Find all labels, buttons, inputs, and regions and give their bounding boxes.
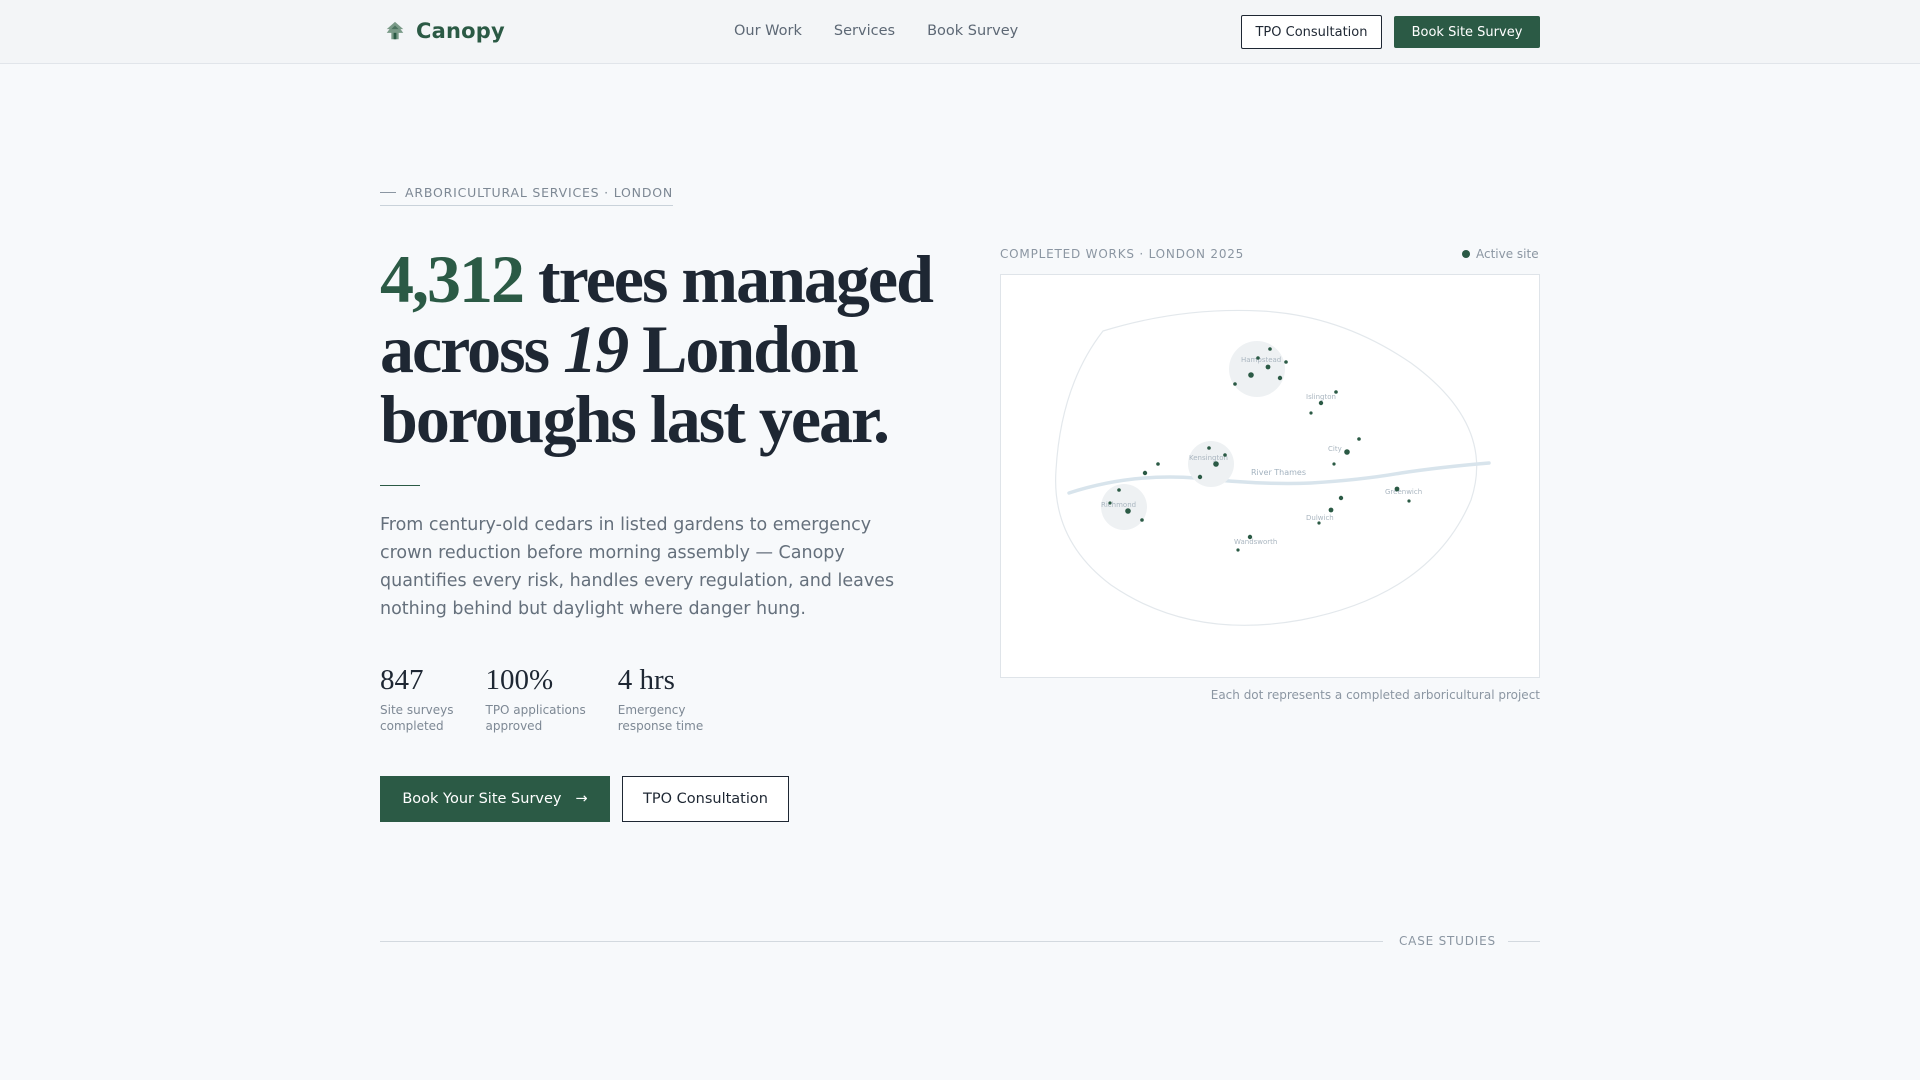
legend-label: Active site: [1476, 247, 1539, 261]
project-dot: [1338, 495, 1344, 501]
project-dot: [1407, 499, 1411, 503]
project-dot: [1248, 372, 1254, 378]
project-dot: [1317, 521, 1321, 525]
area-label-kensington: Kensington: [1189, 454, 1228, 462]
area-label-city: City: [1328, 445, 1342, 453]
project-dot: [1268, 347, 1272, 351]
cluster-kensington: [1188, 441, 1234, 487]
project-dot: [1233, 382, 1237, 386]
eyebrow-dash: [380, 192, 396, 193]
project-dot: [1117, 488, 1121, 492]
project-dot: [1125, 508, 1131, 514]
top-nav: Canopy Our Work Services Book Survey TPO…: [0, 0, 1920, 64]
nav-link-book-survey[interactable]: Book Survey: [927, 23, 1018, 39]
project-dot: [1357, 437, 1361, 441]
hero-lede: From century-old cedars in listed garden…: [380, 515, 895, 619]
headline-tree-count: 4,312: [380, 241, 525, 317]
stat-value: 4 hrs: [617, 664, 675, 696]
project-dot: [1318, 400, 1324, 406]
project-dot: [1265, 364, 1271, 370]
area-label-richmond: Richmond: [1101, 501, 1136, 509]
area-label-dulwich: Dulwich: [1306, 514, 1334, 522]
stat-label: Emergency response time: [617, 703, 704, 733]
tpo-consultation-cta-button[interactable]: TPO Consultation: [622, 776, 789, 822]
brand-logo[interactable]: Canopy: [384, 19, 505, 43]
tree-logo-icon: [386, 21, 404, 40]
nav-link-our-work[interactable]: Our Work: [734, 23, 802, 39]
hero-headline: 4,312 trees managed across 19 London bor…: [380, 244, 940, 454]
river-label: River Thames: [1251, 468, 1306, 477]
area-label-wandsworth: Wandsworth: [1234, 538, 1277, 546]
headline-borough-count: 19: [563, 311, 629, 387]
area-label-islington: Islington: [1306, 393, 1336, 401]
stat-label: TPO applications approved: [485, 703, 586, 733]
stat-site-surveys: 847 Site surveys completed: [380, 662, 453, 734]
primary-nav: Our Work Services Book Survey: [734, 23, 1018, 39]
hero-divider: [380, 485, 420, 486]
project-dot: [1247, 534, 1253, 540]
book-site-survey-button[interactable]: Book Site Survey: [1394, 16, 1540, 48]
map-caption: COMPLETED WORKS · LONDON 2025: [1000, 247, 1245, 261]
project-dot: [1309, 411, 1313, 415]
stat-label: Site surveys completed: [380, 703, 454, 733]
stat-tpo-approved: 100% TPO applications approved: [485, 662, 585, 734]
eyebrow-text: ARBORICULTURAL SERVICES · LONDON: [405, 185, 674, 200]
case-studies-rule-left: [380, 941, 1383, 942]
project-dot: [1334, 390, 1338, 394]
tpo-consultation-button[interactable]: TPO Consultation: [1241, 15, 1382, 49]
project-dot: [1213, 461, 1219, 467]
active-site-dot-icon: [1462, 250, 1470, 258]
london-works-map: River Thames Hampstead Islington City Ke…: [1000, 274, 1540, 678]
brand-name: Canopy: [416, 19, 505, 43]
case-studies-label: CASE STUDIES: [1399, 934, 1496, 948]
project-dot: [1142, 470, 1148, 476]
project-dot: [1256, 356, 1260, 360]
stat-response-time: 4 hrs Emergency response time: [618, 662, 703, 734]
nav-link-services[interactable]: Services: [834, 23, 895, 39]
cluster-hampstead: [1229, 341, 1285, 397]
project-dot: [1284, 360, 1288, 364]
project-dot: [1236, 548, 1240, 552]
stat-value: 100%: [485, 664, 554, 696]
map-legend: Active site: [1462, 247, 1539, 261]
project-dot: [1328, 507, 1334, 513]
project-dot: [1207, 446, 1211, 450]
map-footnote: Each dot represents a completed arboricu…: [1210, 688, 1540, 702]
book-your-site-survey-button[interactable]: Book Your Site Survey →: [380, 776, 610, 822]
button-label: Book Your Site Survey: [402, 791, 562, 807]
map-svg: River Thames Hampstead Islington City Ke…: [1055, 309, 1491, 626]
hero-stats: 847 Site surveys completed 100% TPO appli…: [380, 662, 735, 734]
arrow-right-icon: →: [575, 791, 588, 807]
project-dot: [1344, 449, 1350, 455]
project-dot: [1108, 501, 1112, 505]
area-label-greenwich: Greenwich: [1385, 488, 1422, 496]
project-dot: [1156, 462, 1160, 466]
project-dot: [1197, 474, 1203, 480]
area-label-hampstead: Hampstead: [1241, 356, 1281, 364]
project-dot: [1140, 518, 1144, 522]
stat-value: 847: [380, 664, 424, 696]
project-dot: [1223, 453, 1227, 457]
project-dot: [1277, 375, 1283, 381]
project-dot: [1332, 462, 1336, 466]
project-dot: [1394, 486, 1400, 492]
case-studies-rule-right: [1508, 941, 1540, 942]
hero-eyebrow: ARBORICULTURAL SERVICES · LONDON: [380, 185, 674, 206]
